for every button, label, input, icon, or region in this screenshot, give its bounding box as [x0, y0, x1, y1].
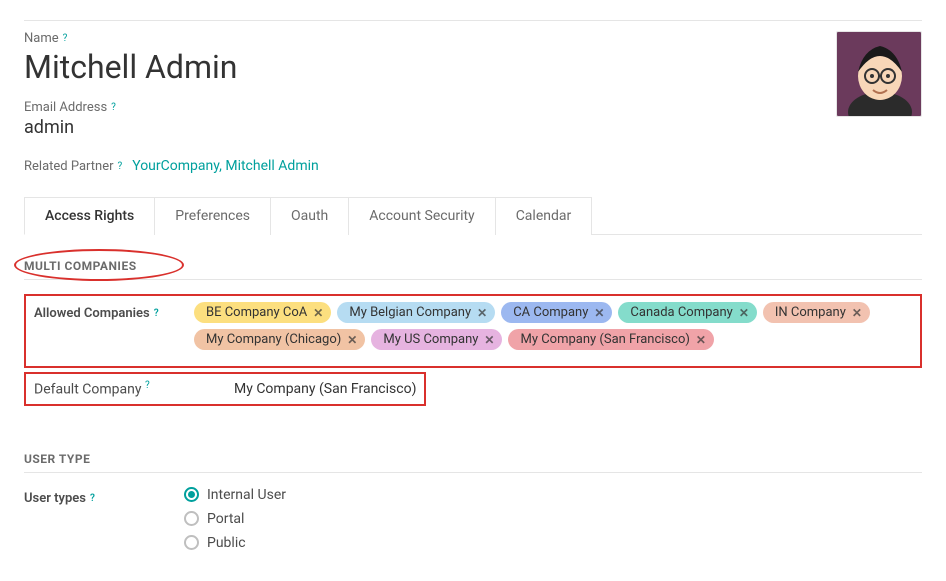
company-tag[interactable]: My Company (Chicago)✕ — [194, 329, 365, 350]
tabs: Access Rights Preferences Oauth Account … — [24, 196, 922, 235]
radio-icon — [184, 511, 199, 526]
company-tag[interactable]: IN Company✕ — [763, 302, 870, 323]
radio-internal-user[interactable]: Internal User — [184, 487, 286, 503]
allowed-companies-label: Allowed Companies ? — [34, 302, 194, 321]
radio-portal[interactable]: Portal — [184, 511, 286, 527]
related-partner-link[interactable]: YourCompany, Mitchell Admin — [132, 158, 319, 174]
section-user-type: USER TYPE — [24, 452, 922, 473]
remove-tag-icon[interactable]: ✕ — [484, 333, 494, 347]
default-company-label: Default Company ? — [34, 380, 194, 398]
annotation-box-allowed: Allowed Companies ? BE Company CoA✕ My B… — [24, 294, 922, 368]
name-label: Name ? — [24, 31, 816, 46]
remove-tag-icon[interactable]: ✕ — [477, 306, 487, 320]
email-label: Email Address ? — [24, 100, 816, 115]
company-tag[interactable]: BE Company CoA✕ — [194, 302, 331, 323]
help-icon[interactable]: ? — [118, 161, 123, 172]
user-types-label: User types ? — [24, 487, 184, 506]
tab-access-rights[interactable]: Access Rights — [24, 197, 155, 235]
section-multi-companies: MULTI COMPANIES — [24, 259, 922, 280]
radio-public[interactable]: Public — [184, 535, 286, 551]
help-icon[interactable]: ? — [90, 493, 95, 504]
remove-tag-icon[interactable]: ✕ — [347, 333, 357, 347]
tab-account-security[interactable]: Account Security — [348, 197, 495, 235]
remove-tag-icon[interactable]: ✕ — [852, 306, 862, 320]
related-partner-label: Related Partner ? — [24, 159, 122, 174]
help-icon[interactable]: ? — [154, 308, 159, 319]
tab-calendar[interactable]: Calendar — [495, 197, 593, 235]
tab-oauth[interactable]: Oauth — [270, 197, 349, 235]
help-icon[interactable]: ? — [111, 102, 116, 113]
help-icon[interactable]: ? — [63, 33, 68, 44]
annotation-box-default: Default Company ? My Company (San Franci… — [24, 372, 426, 406]
email-value[interactable]: admin — [24, 117, 816, 138]
company-tag[interactable]: My Company (San Francisco)✕ — [508, 329, 713, 350]
company-tag[interactable]: Canada Company✕ — [618, 302, 756, 323]
company-tag[interactable]: My Belgian Company✕ — [337, 302, 495, 323]
company-tag[interactable]: CA Company✕ — [501, 302, 612, 323]
company-tag[interactable]: My US Company✕ — [371, 329, 502, 350]
help-icon[interactable]: ? — [145, 380, 150, 391]
remove-tag-icon[interactable]: ✕ — [313, 306, 323, 320]
user-types-radio-group: Internal User Portal Public — [184, 487, 286, 551]
avatar[interactable] — [836, 31, 922, 117]
radio-icon — [184, 535, 199, 550]
default-company-value[interactable]: My Company (San Francisco) — [234, 381, 416, 397]
remove-tag-icon[interactable]: ✕ — [696, 333, 706, 347]
radio-icon — [184, 487, 199, 502]
remove-tag-icon[interactable]: ✕ — [594, 306, 604, 320]
tab-preferences[interactable]: Preferences — [154, 197, 271, 235]
allowed-companies-tags[interactable]: BE Company CoA✕ My Belgian Company✕ CA C… — [194, 302, 912, 350]
name-value[interactable]: Mitchell Admin — [24, 48, 816, 86]
remove-tag-icon[interactable]: ✕ — [739, 306, 749, 320]
